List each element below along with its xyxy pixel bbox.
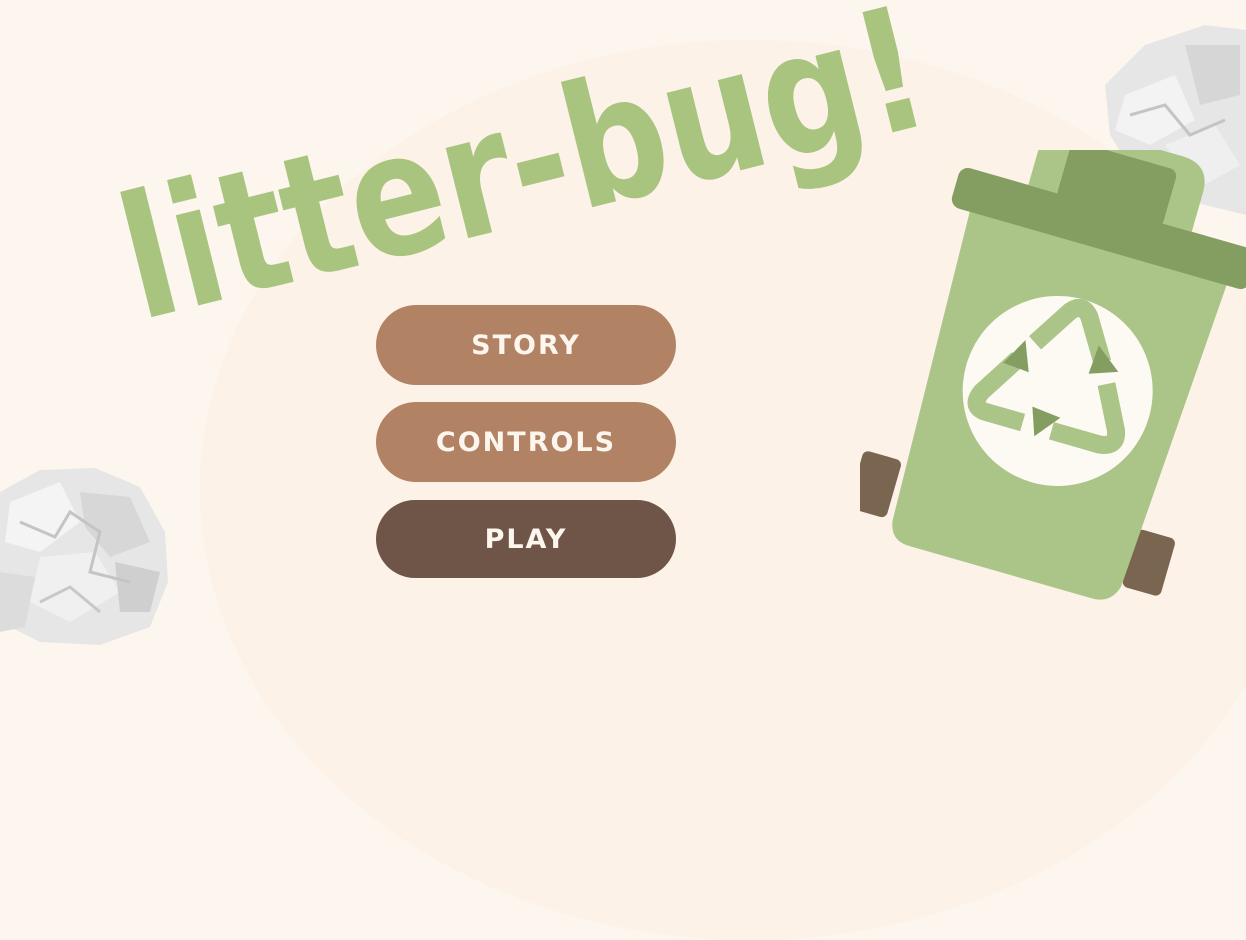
recycling-bin-icon bbox=[860, 150, 1246, 600]
play-button-label: PLAY bbox=[484, 523, 568, 555]
story-button-label: STORY bbox=[471, 329, 581, 361]
controls-button-label: CONTROLS bbox=[435, 426, 617, 458]
controls-button[interactable]: CONTROLS bbox=[376, 402, 676, 482]
crumpled-paper-icon bbox=[0, 468, 168, 645]
play-button[interactable]: PLAY bbox=[376, 500, 676, 578]
story-button[interactable]: STORY bbox=[376, 305, 676, 385]
